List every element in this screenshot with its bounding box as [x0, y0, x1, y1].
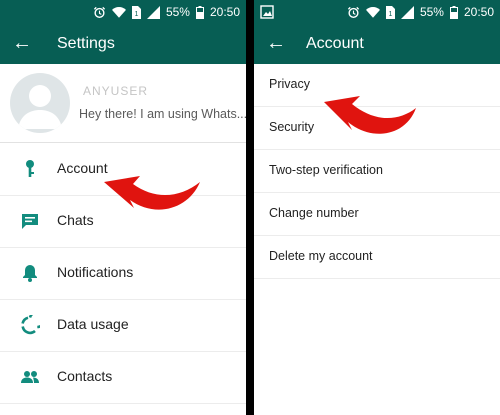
app-bar: ← Settings [0, 24, 246, 64]
chat-icon [22, 214, 38, 229]
back-arrow-icon[interactable]: ← [266, 30, 286, 56]
profile-name: ANYUSER [83, 84, 149, 98]
menu-item-data-usage[interactable]: Data usage [0, 299, 246, 352]
signal-icon [400, 5, 414, 19]
svg-text:1: 1 [388, 11, 392, 18]
default-avatar-icon [18, 85, 62, 129]
red-arrow-annotation [324, 96, 416, 134]
status-bar: 1 55% 20:50 [0, 0, 246, 24]
key-icon [26, 160, 34, 177]
sim-icon: 1 [385, 5, 395, 19]
alarm-icon [347, 6, 360, 18]
menu-item-notifications[interactable]: Notifications [0, 247, 246, 300]
app-bar: ← Account [254, 24, 500, 64]
account-item-label: Change number [269, 206, 359, 220]
account-item-label: Privacy [269, 77, 310, 91]
wifi-icon [365, 6, 380, 18]
status-icons: 1 55% 20:50 [347, 4, 494, 20]
red-arrow-annotation [104, 176, 200, 210]
page-title: Account [306, 35, 364, 52]
menu-item-label: Data usage [57, 316, 129, 332]
status-icons: 1 55% 20:50 [93, 4, 240, 20]
status-bar: 1 55% 20:50 [254, 0, 500, 24]
screenshot-composite: 1 55% 20:50 ← Settings ANYUSER Hey there… [0, 0, 500, 415]
account-item-label: Security [269, 120, 315, 134]
account-item-two-step-verification[interactable]: Two-step verification [254, 150, 500, 193]
back-arrow-icon[interactable]: ← [12, 30, 32, 56]
account-item-label: Two-step verification [269, 163, 383, 177]
menu-item-contacts[interactable]: Contacts [0, 351, 246, 404]
profile-row[interactable]: ANYUSER Hey there! I am using Whats... [0, 64, 246, 143]
bell-icon [23, 265, 37, 282]
signal-icon [146, 5, 160, 19]
battery-percent: 55% [419, 5, 444, 19]
menu-item-label: Notifications [57, 264, 134, 280]
data-usage-icon [21, 315, 40, 335]
menu-item-label: Chats [57, 212, 94, 228]
account-screen: 1 55% 20:50 ← Account Privacy Security T… [254, 0, 500, 415]
battery-icon [195, 5, 204, 19]
sim-icon: 1 [131, 5, 141, 19]
avatar[interactable] [10, 73, 70, 133]
page-title: Settings [57, 35, 115, 52]
battery-percent: 55% [165, 5, 190, 19]
settings-screen: 1 55% 20:50 ← Settings ANYUSER Hey there… [0, 0, 246, 415]
svg-text:1: 1 [134, 11, 138, 18]
menu-item-label: Contacts [57, 368, 113, 384]
clock: 20:50 [463, 5, 494, 19]
battery-icon [449, 5, 458, 19]
account-item-label: Delete my account [269, 249, 373, 263]
wifi-icon [111, 6, 126, 18]
account-item-change-number[interactable]: Change number [254, 193, 500, 236]
profile-status: Hey there! I am using Whats... [79, 107, 246, 121]
alarm-icon [93, 6, 106, 18]
clock: 20:50 [209, 5, 240, 19]
account-item-delete-account[interactable]: Delete my account [254, 236, 500, 279]
image-notification-icon [260, 5, 274, 19]
contacts-icon [21, 371, 39, 383]
